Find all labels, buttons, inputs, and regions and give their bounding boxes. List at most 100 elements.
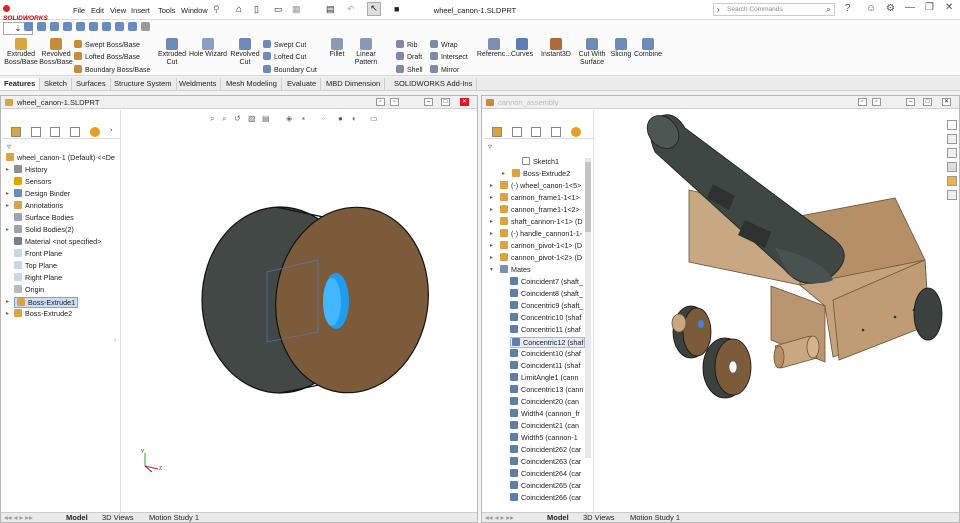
menu-view[interactable]: View [110,6,126,15]
task-pane-home-icon[interactable] [947,120,957,130]
tree-item-coincident20-can[interactable]: Coincident20 (can [510,397,579,406]
toolbar-icon-7[interactable] [102,22,111,31]
ribbon-cut-with-surface-button[interactable]: Cut With Surface [574,38,610,67]
expand-arrow-icon[interactable]: ▸ [490,218,493,225]
window-cascade-button[interactable]: ▫ [390,98,399,106]
tree-item-annotations[interactable]: Annotations [14,201,63,210]
tree-item-solid-bodies-2[interactable]: Solid Bodies(2) [14,225,74,234]
tree-item-coincident262-car[interactable]: Coincident262 (car [510,445,581,454]
appearances-icon[interactable] [947,176,957,186]
tree-item-history[interactable]: History [14,165,47,174]
assembly-minimize-button[interactable]: – [906,98,915,106]
tree-item-coincident8-shaft[interactable]: Coincident8 (shaft_ [510,289,583,298]
expand-arrow-icon[interactable]: ▸ [490,242,493,249]
assembly-display-tab-icon[interactable] [571,127,581,137]
expand-arrow-icon[interactable]: ▸ [490,230,493,237]
assembly-property-tab-icon[interactable] [512,127,522,137]
tab-surfaces[interactable]: Surfaces [72,78,111,90]
view-palette-icon[interactable] [947,162,957,172]
tab-scroll-arrows[interactable]: ◂◂ ◂ ▸ ▸▸ [1,513,36,523]
tree-item-mates[interactable]: Mates [500,265,531,274]
design-library-icon[interactable] [947,134,957,144]
tree-item-boss-extrude2[interactable]: Boss-Extrude2 [14,309,72,318]
expand-arrow-icon[interactable]: ▸ [6,310,9,317]
ribbon-revolved-boss-base-button[interactable]: Revolved Boss/Base [38,38,74,67]
tree-item-coincident263-car[interactable]: Coincident263 (car [510,457,581,466]
toolbar-icon-2[interactable] [37,22,46,31]
ribbon-extruded-boss-base-button[interactable]: Extruded Boss/Base [3,38,39,67]
tree-item-boss-extrude2[interactable]: Boss-Extrude2 [512,169,570,178]
assembly-tab-3d-views[interactable]: 3D Views [580,513,618,523]
ribbon-draft-button[interactable]: Draft [396,52,422,61]
menu-file[interactable]: File [73,6,85,15]
tree-item-coincident266-car[interactable]: Coincident266 (car [510,493,581,502]
tree-item-handle-cannon1-1[interactable]: (-) handle_cannon1-1- [500,229,582,238]
feature-manager-tab-icon[interactable] [11,127,21,137]
window-minimize-button[interactable]: – [424,98,433,106]
expand-arrow-icon[interactable]: ▾ [490,266,493,273]
tab-features[interactable]: Features [0,78,41,90]
tree-item-coincident11-shaf[interactable]: Coincident11 (shaf [510,361,580,370]
menu-insert[interactable]: Insert [131,6,150,15]
tree-item-cannon-frame1-1-1[interactable]: cannon_frame1-1<1> [500,193,580,202]
options-icon[interactable]: ⚙ [886,3,895,14]
help-icon[interactable]: ? [845,3,851,14]
tree-item-concentric13-cann[interactable]: Concentric13 (cann [510,385,583,394]
ribbon-lofted-cut-button[interactable]: Lofted Cut [263,52,306,61]
tree-item-cannon-frame1-1-2[interactable]: cannon_frame1-1<2> [500,205,580,214]
assembly-tab-model[interactable]: Model [544,513,572,523]
tree-item-width4-cannon-fr[interactable]: Width4 (cannon_fr [510,409,580,418]
tree-item-surface-bodies[interactable]: Surface Bodies [14,213,74,222]
expand-arrow-icon[interactable]: ▸ [6,298,9,305]
tab-mbd-dimension[interactable]: MBD Dimension [322,78,386,90]
ribbon-linear-pattern-button[interactable]: Linear Pattern [345,38,387,67]
property-manager-tab-icon[interactable] [31,127,41,137]
tree-item-wheel-canon-1-5[interactable]: (-) wheel_canon-1<5> [500,181,581,190]
assembly-tab-motion-study[interactable]: Motion Study 1 [627,513,683,523]
tree-item-coincident21-can[interactable]: Coincident21 (can [510,421,579,430]
minimize-button[interactable]: — [905,2,915,13]
ribbon-rib-button[interactable]: Rib [396,40,418,49]
toolbar-icon-1[interactable] [24,22,33,31]
tab-structure-system[interactable]: Structure System [110,78,177,90]
ribbon-referenc-button[interactable]: Referenc... [474,38,514,59]
filter-icon[interactable]: ▿ [7,142,11,151]
close-button[interactable]: ✕ [945,2,953,13]
tree-item-concentric12-shaf[interactable]: Concentric12 (shaf [510,337,586,348]
menu-tools[interactable]: Tools [158,6,176,15]
tree-root-part[interactable]: wheel_canon-1 (Default) <<De [6,153,115,162]
expand-arrow-icon[interactable]: ▸ [6,226,9,233]
ribbon-instant3d-button[interactable]: Instant3D [538,38,574,59]
ribbon-lofted-boss-base-button[interactable]: Lofted Boss/Base [74,52,140,61]
tree-item-coincident264-car[interactable]: Coincident264 (car [510,469,581,478]
tree-item-sensors[interactable]: Sensors [14,177,51,186]
search-commands-box[interactable]: › Search Commands ⌕ [713,3,835,16]
assembly-config-tab-icon[interactable] [531,127,541,137]
tree-item-concentric10-shaf[interactable]: Concentric10 (shaf [510,313,581,322]
menu-edit[interactable]: Edit [91,6,104,15]
tab-mesh-modeling[interactable]: Mesh Modeling [222,78,282,90]
tree-item-front-plane[interactable]: Front Plane [14,249,62,258]
cannon-assembly-model-view[interactable] [595,110,947,512]
expand-arrow-icon[interactable]: ▸ [490,254,493,261]
user-icon[interactable]: ☺ [866,3,876,14]
wheel-model-view[interactable]: YZ [122,110,477,512]
toolbar-icon-8[interactable] [115,22,124,31]
tab-model[interactable]: Model [63,513,91,523]
tree-item-design-binder[interactable]: Design Binder [14,189,70,198]
ribbon-slicing-button[interactable]: Slicing [607,38,635,59]
search-icon[interactable]: ⌕ [826,4,831,15]
expand-arrow-icon[interactable]: ▸ [6,166,9,173]
tree-item-cannon-pivot-1-2-d[interactable]: cannon_pivot-1<2> (D [500,253,582,262]
toolbar-icon-10[interactable] [141,22,150,31]
tree-item-cannon-pivot-1-1-d[interactable]: cannon_pivot-1<1> (D [500,241,582,250]
ribbon-wrap-button[interactable]: Wrap [430,40,458,49]
tree-item-concentric11-shaf[interactable]: Concentric11 (shaf [510,325,581,334]
ribbon-hole-wizard-button[interactable]: Hole Wizard [188,38,228,59]
tree-item-limitangle1-cann[interactable]: LimitAngle1 (cann [510,373,579,382]
custom-properties-icon[interactable] [947,190,957,200]
toolbar-icon-9[interactable] [128,22,137,31]
toolbar-icon-3[interactable] [50,22,59,31]
ribbon-revolved-cut-button[interactable]: Revolved Cut [229,38,261,67]
tree-item-concentric9-shaft[interactable]: Concentric9 (shaft_ [510,301,583,310]
